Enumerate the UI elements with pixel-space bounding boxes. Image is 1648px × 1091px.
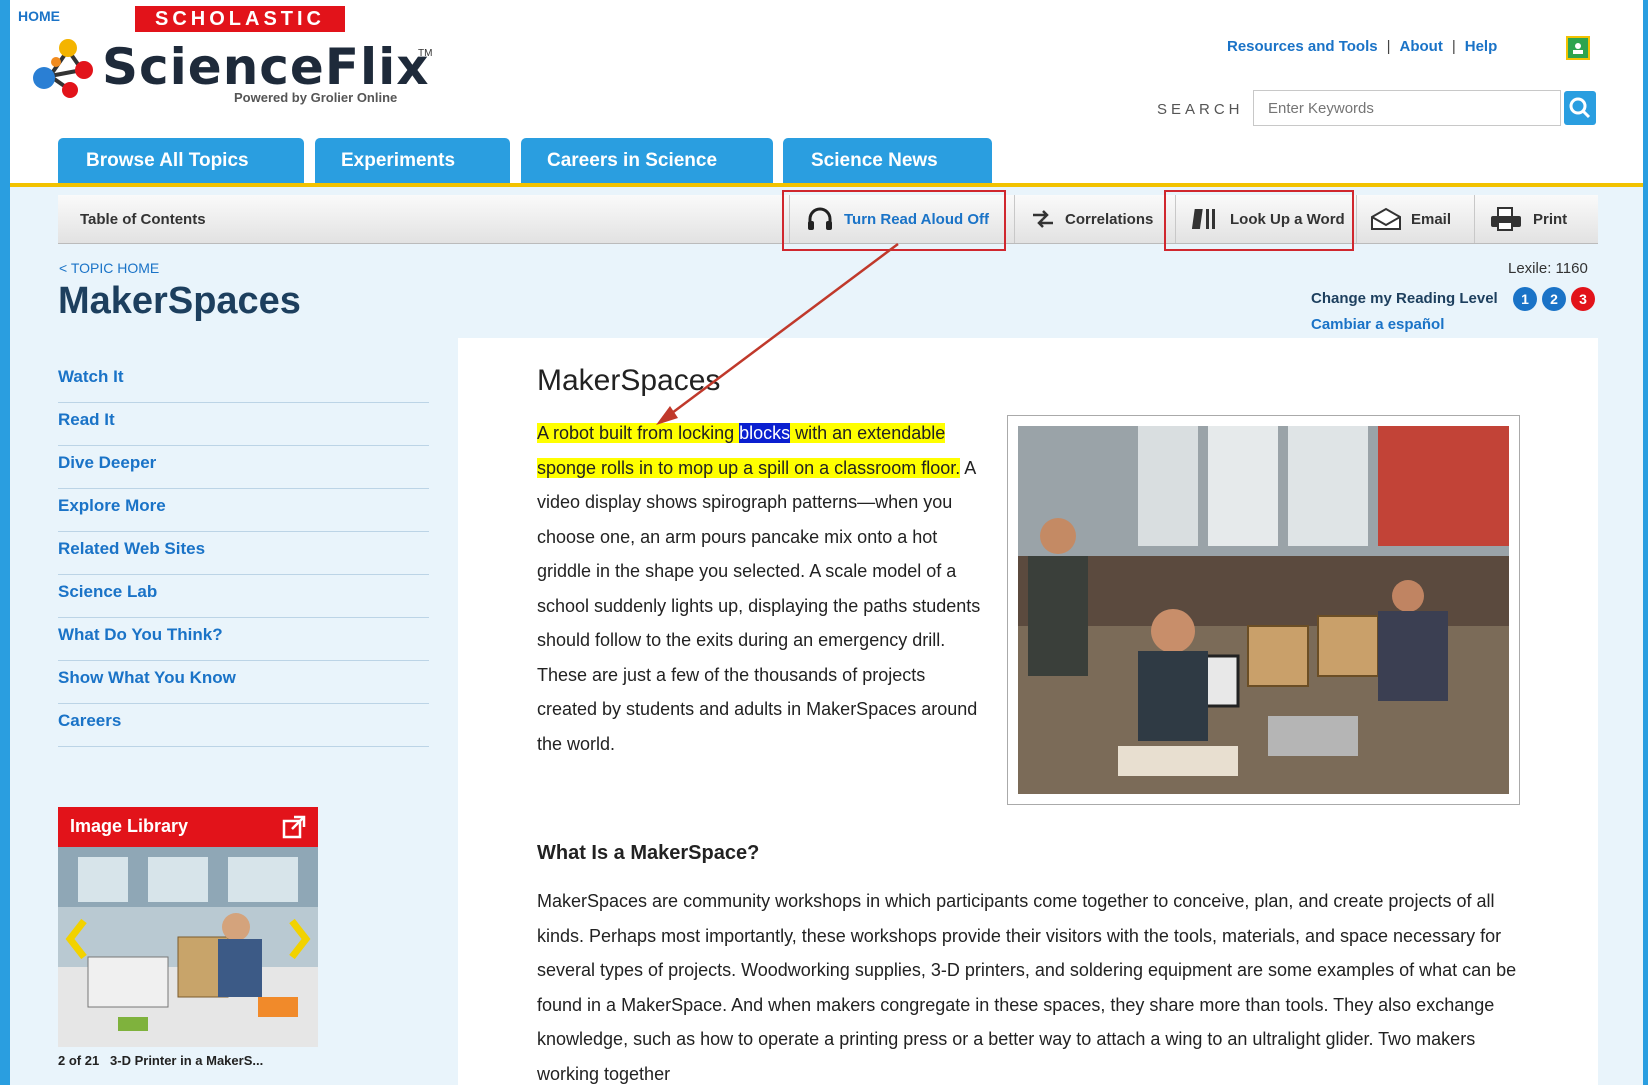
annotation-arrow: [656, 242, 899, 425]
